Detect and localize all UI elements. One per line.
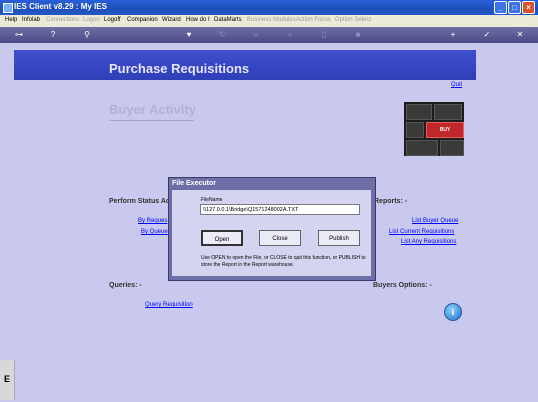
rewind-icon[interactable]: «: [251, 30, 261, 40]
open-button[interactable]: Open: [201, 230, 243, 246]
section-underline: [109, 120, 194, 121]
toolbar: ⊶ ? ⚲ ♥ ↻ « » ▯ ■ + ✓ ✕: [0, 27, 538, 43]
menu-connections[interactable]: Connections: [46, 17, 79, 23]
by-request-link[interactable]: By Reques: [138, 218, 167, 224]
window-title: IES Client v8.29 : My IES: [14, 2, 107, 11]
menu-business-modules[interactable]: Business Modules: [247, 17, 296, 23]
status-heading: Perform Status Ac: [109, 198, 170, 205]
buy-key: BUY: [426, 122, 464, 138]
publish-button[interactable]: Publish: [318, 230, 360, 246]
menu-action-focus[interactable]: Action Focus: [296, 17, 331, 23]
cancel-icon[interactable]: ✕: [515, 30, 525, 40]
menu-wizard[interactable]: Wizard: [162, 17, 181, 23]
menu-help[interactable]: Help: [5, 17, 17, 23]
menu-infolab[interactable]: Infolab: [22, 17, 40, 23]
dialog-title: File Executor: [172, 180, 216, 187]
queries-heading: Queries: -: [109, 282, 142, 289]
menu-datamarts[interactable]: DataMarts: [214, 17, 242, 23]
left-edge-strip: E: [0, 360, 15, 400]
info-icon[interactable]: i: [444, 303, 462, 321]
trash-icon[interactable]: ▯: [319, 30, 329, 40]
keyboard-buy-image: BUY: [404, 102, 464, 156]
close-button[interactable]: ×: [522, 1, 535, 14]
menu-option-select[interactable]: Option Select: [335, 17, 371, 23]
key-icon[interactable]: ⊶: [10, 30, 28, 40]
buyers-options-heading: Buyers Options: -: [373, 282, 432, 289]
list-buyer-queue-link[interactable]: List Buyer Queue: [412, 218, 458, 224]
by-queue-link[interactable]: By Queue: [141, 229, 168, 235]
list-current-requisitions-link[interactable]: List Current Requisitions: [389, 229, 454, 235]
heart-icon[interactable]: ♥: [184, 30, 194, 40]
forward-icon[interactable]: »: [285, 30, 295, 40]
refresh-icon[interactable]: ↻: [217, 30, 227, 40]
list-any-requisitions-link[interactable]: List Any Requisitions: [401, 239, 456, 245]
dialog-instructions: Use OPEN to open the File, or CLOSE to q…: [201, 255, 366, 268]
plus-icon[interactable]: +: [448, 30, 458, 40]
section-title: Buyer Activity: [109, 102, 196, 117]
help-icon[interactable]: ?: [48, 30, 58, 40]
search-icon[interactable]: ⚲: [82, 30, 92, 40]
menu-companion[interactable]: Companion: [127, 17, 158, 23]
close-dialog-button[interactable]: Close: [259, 230, 301, 246]
app-icon: [3, 3, 13, 13]
page-title: Purchase Requisitions: [109, 61, 250, 76]
sidebar-letter: E: [4, 374, 11, 384]
filename-input[interactable]: \\127.0.0.1\Bridge\Q1571248002A.TXT: [200, 204, 360, 215]
menu-how-do-i[interactable]: How do I: [186, 17, 210, 23]
title-bar: IES Client v8.29 : My IES _ □ ×: [0, 0, 538, 15]
menu-logoff[interactable]: Logoff: [104, 17, 121, 23]
minimize-button[interactable]: _: [494, 1, 507, 14]
maximize-button[interactable]: □: [508, 1, 521, 14]
check-icon[interactable]: ✓: [482, 30, 492, 40]
reports-heading: Reports: -: [374, 198, 408, 205]
menu-logon[interactable]: Logon: [83, 17, 100, 23]
query-requisition-link[interactable]: Query Requisition: [145, 302, 193, 308]
filename-label: FileName: [201, 197, 223, 203]
quit-link[interactable]: Quit: [451, 82, 462, 88]
stop-icon[interactable]: ■: [353, 30, 363, 40]
